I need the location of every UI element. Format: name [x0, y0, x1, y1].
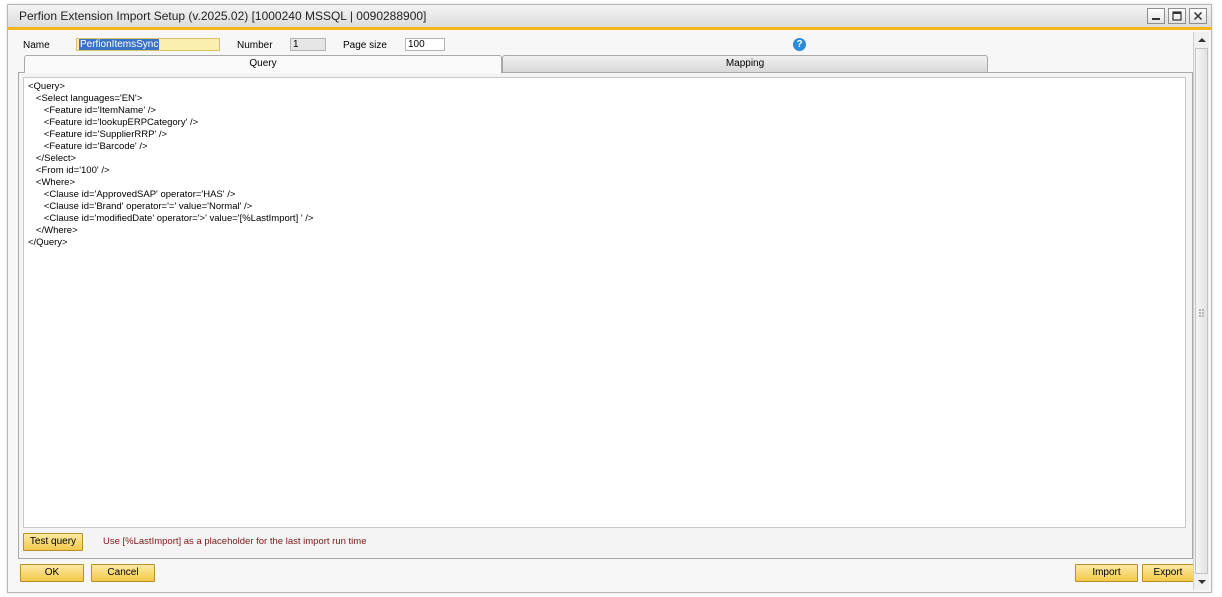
grip-icon	[1199, 309, 1205, 317]
maximize-icon	[1172, 11, 1182, 21]
vertical-scrollbar[interactable]	[1193, 32, 1209, 590]
name-value: PerfionItemsSync	[79, 39, 160, 50]
ok-button[interactable]: OK	[20, 564, 84, 582]
minimize-button[interactable]	[1147, 8, 1165, 24]
scroll-up-button[interactable]	[1195, 33, 1209, 47]
query-panel: <Query> <Select languages='EN'> <Feature…	[18, 72, 1193, 559]
import-button[interactable]: Import	[1075, 564, 1138, 582]
number-field: 1	[290, 38, 326, 51]
export-button[interactable]: Export	[1142, 564, 1194, 582]
query-editor[interactable]: <Query> <Select languages='EN'> <Feature…	[23, 77, 1186, 528]
maximize-button[interactable]	[1168, 8, 1186, 24]
tab-query[interactable]: Query	[24, 55, 502, 73]
close-icon	[1193, 11, 1203, 21]
window-title: Perfion Extension Import Setup (v.2025.0…	[19, 9, 427, 23]
page-size-label: Page size	[343, 40, 387, 51]
question-circle-icon[interactable]: ?	[793, 38, 806, 51]
tab-mapping[interactable]: Mapping	[502, 55, 988, 72]
name-label: Name	[23, 40, 50, 51]
placeholder-hint: Use [%LastImport] as a placeholder for t…	[103, 536, 367, 547]
name-input[interactable]: PerfionItemsSync	[76, 38, 220, 51]
number-label: Number	[237, 40, 273, 51]
import-setup-window: Perfion Extension Import Setup (v.2025.0…	[7, 4, 1212, 593]
arrow-up-icon	[1198, 38, 1206, 42]
query-text: <Query> <Select languages='EN'> <Feature…	[28, 81, 314, 248]
minimize-icon	[1152, 18, 1160, 20]
scroll-down-button[interactable]	[1195, 575, 1209, 589]
cancel-button[interactable]: Cancel	[91, 564, 155, 582]
close-button[interactable]	[1189, 8, 1207, 24]
title-bar[interactable]: Perfion Extension Import Setup (v.2025.0…	[8, 5, 1211, 30]
test-query-button[interactable]: Test query	[23, 533, 83, 551]
arrow-down-icon	[1198, 580, 1206, 584]
scroll-thumb[interactable]	[1195, 48, 1208, 574]
page-size-input[interactable]: 100	[405, 38, 445, 51]
